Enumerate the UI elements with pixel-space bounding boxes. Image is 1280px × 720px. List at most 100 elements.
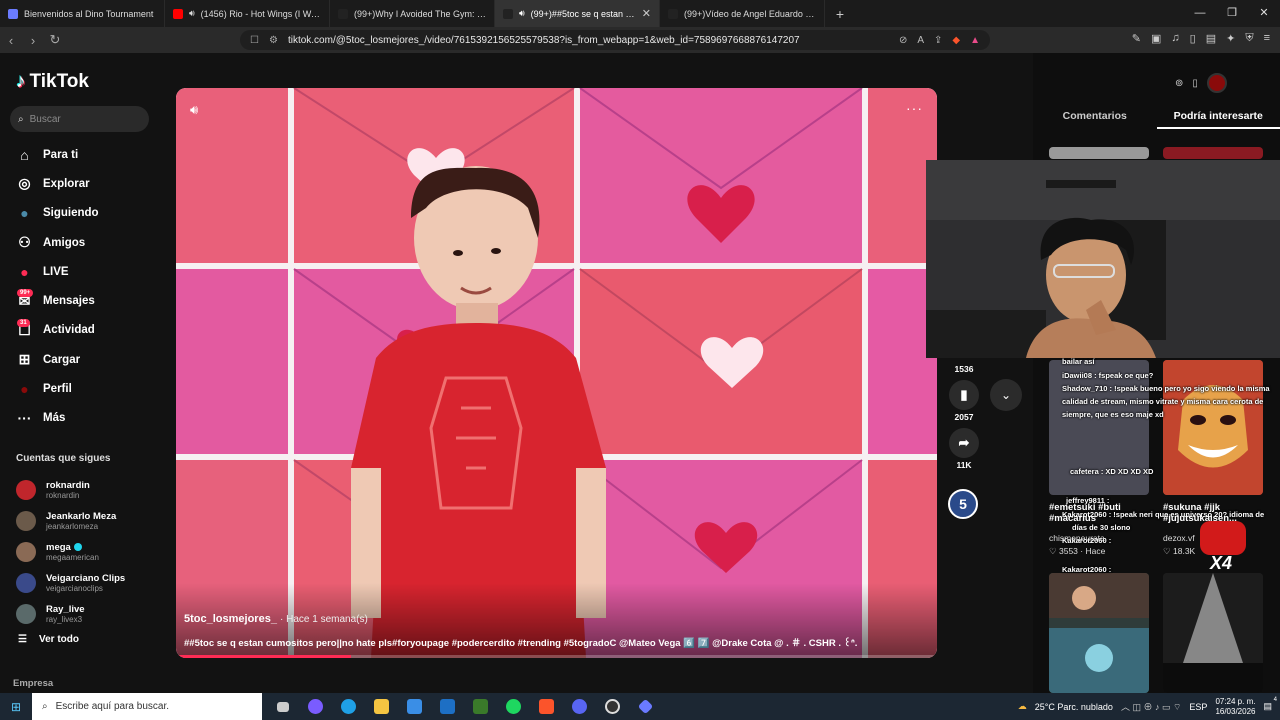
browser-tab[interactable]: 🔊︎ (1456) Rio - Hot Wings (I Wanna xyxy=(165,0,330,27)
card2-user[interactable]: dezox.vf xyxy=(1163,533,1195,543)
see-all-button[interactable]: ☰ Ver todo xyxy=(18,634,79,645)
forward-icon[interactable]: › xyxy=(22,33,44,48)
app-icon[interactable] xyxy=(629,693,662,720)
thumbnail-concert[interactable] xyxy=(1163,573,1263,693)
sidebar-item-para-ti[interactable]: ⌂ Para ti xyxy=(0,140,160,169)
new-tab-button[interactable]: + xyxy=(825,6,855,22)
sidebar-item-actividad[interactable]: ☐ Actividad 31 xyxy=(0,316,160,345)
sidebar-item-mensajes[interactable]: ✉ Mensajes 99+ xyxy=(0,286,160,315)
user-avatar[interactable] xyxy=(1206,73,1227,93)
brave-icon[interactable] xyxy=(530,693,563,720)
following-item[interactable]: Veigarciano Clips veigarcianoclips xyxy=(16,567,156,598)
following-item[interactable]: Jeankarlo Meza jeankarlomeza xyxy=(16,505,156,536)
outlook-icon[interactable] xyxy=(431,693,464,720)
device-icon[interactable]: ▯ xyxy=(1192,78,1198,89)
thumbnail[interactable] xyxy=(1163,147,1263,159)
coins-icon[interactable]: ⊚ xyxy=(1175,78,1183,89)
browser-tab[interactable]: (99+)Vídeo de Angel Eduardo Garcia xyxy=(660,0,825,27)
leo-ai-icon[interactable]: ✦ xyxy=(1226,32,1235,45)
extensions-icon[interactable]: ✎ xyxy=(1132,32,1141,45)
brave-shield-icon[interactable]: ◆ xyxy=(952,35,960,46)
tiktok-logo[interactable]: ♪ TikTok xyxy=(16,71,89,93)
video-player[interactable]: 🔊︎ ··· 5toc_losmejores_ · Hace 1 semana(… xyxy=(176,88,937,658)
share-button[interactable]: ➦ xyxy=(949,428,979,458)
vpn-icon[interactable]: ⛨ xyxy=(1245,32,1253,45)
minimize-icon[interactable]: — xyxy=(1184,0,1216,27)
list-icon: ☰ xyxy=(18,634,27,645)
bookmark-icon[interactable]: ☐ xyxy=(250,35,259,46)
taskbar-search[interactable]: ⌕ Escribe aquí para buscar. xyxy=(32,693,262,720)
mute-site-icon[interactable]: ⊘ xyxy=(899,35,907,46)
company-link[interactable]: Empresa xyxy=(13,678,53,689)
restore-icon[interactable]: ❐ xyxy=(1216,0,1248,27)
tab-audio-icon[interactable]: 🔊︎ xyxy=(189,8,195,19)
sound-disc-icon[interactable]: 5 xyxy=(948,489,978,519)
brave-rewards-icon[interactable]: ▲ xyxy=(970,35,980,46)
following-text: Veigarciano Clips veigarcianoclips xyxy=(46,573,125,593)
tab-recommended[interactable]: Podría interesarte xyxy=(1156,105,1280,129)
video-description[interactable]: ##5toc se q estan cumositos pero||no hat… xyxy=(184,635,857,649)
video-author[interactable]: 5toc_losmejores_ xyxy=(184,613,277,625)
share-icon[interactable]: ⇪ xyxy=(934,35,942,46)
menu-icon[interactable]: ≡ xyxy=(1264,32,1270,45)
card1-tags[interactable]: #emetsuki #buti #macarius xyxy=(1049,502,1159,524)
next-video-button[interactable]: ⌄ xyxy=(990,379,1022,411)
thumbnail[interactable] xyxy=(1049,147,1149,159)
tray-icons[interactable]: ︿ ◫ ⊕ ♪ ▭ ⌔ xyxy=(1121,700,1181,713)
obs-icon[interactable] xyxy=(596,693,629,720)
wallet-icon[interactable]: ▤ xyxy=(1206,32,1216,45)
video-progress[interactable] xyxy=(176,655,937,658)
following-item[interactable]: roknardin roknardin xyxy=(16,474,156,505)
volume-icon[interactable]: 🔊︎ xyxy=(190,102,198,118)
weather-text[interactable]: 25°C Parc. nublado xyxy=(1035,702,1113,712)
sidebar-item-perfil[interactable]: ● Perfil xyxy=(0,374,160,403)
windows-start-icon[interactable]: ⊞ xyxy=(0,700,32,714)
following-item[interactable]: mega megaamerican xyxy=(16,536,156,567)
screenshot-icon[interactable]: ▣ xyxy=(1151,32,1161,45)
reload-icon[interactable]: ↻ xyxy=(44,32,66,48)
following-name: mega xyxy=(46,542,99,553)
following-item[interactable]: Ray_live ray_livex3 xyxy=(16,598,156,629)
sidebar-item-explorar[interactable]: ◎ Explorar xyxy=(0,169,160,198)
minecraft-icon[interactable] xyxy=(464,693,497,720)
file-explorer-icon[interactable] xyxy=(365,693,398,720)
anime-face xyxy=(1163,360,1263,495)
translate-icon[interactable]: A xyxy=(917,35,924,46)
sidebar-item-amigos[interactable]: ⚇ Amigos xyxy=(0,228,160,257)
chat-message: iDawii08 : fspeak oe que? xyxy=(1062,371,1154,380)
browser-tab[interactable]: (99+)Why I Avoided The Gym: Top 5 xyxy=(330,0,495,27)
browser-tab[interactable]: 🔊︎ (99+)##5toc se q estan curio ✕ xyxy=(495,0,660,27)
browser-tab[interactable]: Bienvenidos al Dino Tournament xyxy=(0,0,165,27)
card1-user[interactable]: chismeneurata xyxy=(1049,533,1105,543)
back-icon[interactable]: ‹ xyxy=(0,33,22,48)
notifications-icon[interactable]: ▤ 4 xyxy=(1263,697,1277,712)
search-input[interactable]: ⌕ Buscar xyxy=(10,106,149,132)
tab-audio-icon[interactable]: 🔊︎ xyxy=(519,8,525,19)
spotify-icon[interactable] xyxy=(497,693,530,720)
tab-favicon-icon xyxy=(173,8,183,19)
save-button[interactable]: ▮ xyxy=(949,380,979,410)
language[interactable]: ESP xyxy=(1189,702,1207,712)
sidebar-item-siguiendo[interactable]: ● Siguiendo xyxy=(0,199,160,228)
close-tab-icon[interactable]: ✕ xyxy=(642,7,651,20)
discord-icon[interactable] xyxy=(563,693,596,720)
card1-likes: ♡ 3553 · Hace xyxy=(1049,546,1105,557)
media-icon[interactable]: ♫ xyxy=(1171,32,1179,45)
sidebar-item-live[interactable]: ● LIVE xyxy=(0,257,160,286)
thumbnail-stream[interactable] xyxy=(1049,573,1149,693)
weather-icon[interactable]: ☁ xyxy=(1018,701,1027,712)
edge-icon[interactable] xyxy=(332,693,365,720)
sidebar-toggle-icon[interactable]: ▯ xyxy=(1190,32,1196,45)
thumbnail-anime[interactable] xyxy=(1163,360,1263,495)
tab-comments[interactable]: Comentarios xyxy=(1033,105,1157,129)
close-window-icon[interactable]: ✕ xyxy=(1248,0,1280,27)
store-icon[interactable] xyxy=(398,693,431,720)
address-bar[interactable]: ☐ ⚙ tiktok.com/@5toc_losmejores_/video/7… xyxy=(240,30,990,50)
sidebar-item-cargar[interactable]: ⊞ Cargar xyxy=(0,345,160,374)
more-options-icon[interactable]: ··· xyxy=(906,100,923,116)
clock[interactable]: 07:24 p. m. 16/03/2026 xyxy=(1215,697,1255,717)
sidebar-item-más[interactable]: ··· Más xyxy=(0,404,160,433)
task-view-icon[interactable] xyxy=(266,693,299,720)
copilot-icon[interactable] xyxy=(299,693,332,720)
site-info-icon[interactable]: ⚙ xyxy=(269,35,278,46)
